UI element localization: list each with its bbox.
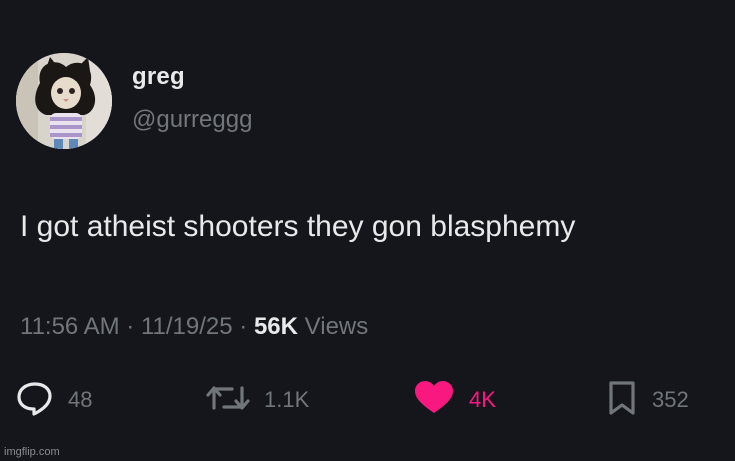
retweet-count: 1.1K — [264, 387, 310, 412]
views-count: 56K — [253, 313, 298, 340]
tweet-meta: 11:56 AM · 11/19/25 · 56K Views — [20, 313, 368, 341]
tweet-card: greg @gurreggg I got atheist shooters th… — [0, 0, 735, 461]
tweet-date[interactable]: 11/19/25 — [141, 313, 233, 340]
tweet-text: I got atheist shooters they gon blasphem… — [20, 210, 576, 243]
reply-count: 48 — [68, 387, 93, 412]
cat-avatar-icon[interactable] — [16, 53, 112, 149]
like-count: 4K — [469, 387, 496, 412]
tweet-time[interactable]: 11:56 AM — [20, 313, 120, 340]
views-label: Views — [304, 313, 369, 340]
bookmark-icon — [606, 380, 638, 421]
display-name[interactable]: greg — [132, 63, 185, 91]
bookmark-button[interactable]: 352 — [606, 380, 689, 421]
reply-button[interactable]: 48 — [16, 380, 93, 421]
watermark: imgflip.com — [4, 446, 60, 458]
retweet-icon — [206, 380, 250, 421]
retweet-button[interactable]: 1.1K — [206, 382, 309, 418]
like-button[interactable]: 4K — [413, 380, 496, 421]
user-handle[interactable]: @gurreggg — [132, 106, 252, 134]
meta-separator: · — [239, 313, 248, 340]
heart-icon — [413, 380, 455, 421]
reply-icon — [16, 380, 54, 421]
bookmark-count: 352 — [652, 387, 689, 412]
meta-separator: · — [126, 313, 135, 340]
